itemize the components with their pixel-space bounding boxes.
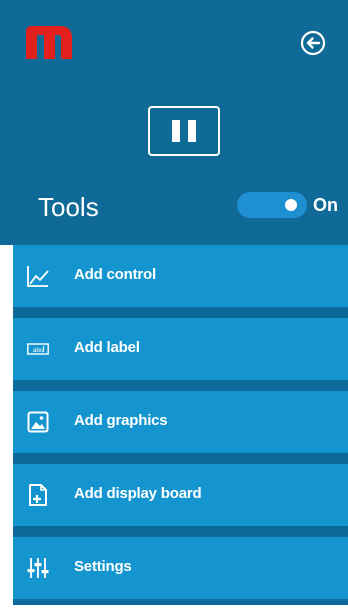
sliders-icon	[27, 558, 49, 578]
line-chart-icon	[27, 266, 49, 287]
menu-item-label: Add label	[74, 339, 140, 356]
add-graphics-item[interactable]: Add graphics	[13, 391, 348, 464]
panel-header: Tools On	[0, 0, 348, 245]
toggle-knob	[285, 199, 297, 211]
add-control-item[interactable]: Add control	[13, 245, 348, 318]
pause-button[interactable]	[148, 106, 220, 156]
menu-item-label: Add display board	[74, 485, 202, 502]
menu-item-label: Settings	[74, 558, 132, 575]
svg-text:abc: abc	[33, 347, 44, 354]
add-board-icon	[29, 484, 47, 506]
back-arrow-icon[interactable]	[300, 30, 326, 56]
tools-panel: Tools On Add control abc Add label Add g…	[0, 0, 348, 613]
add-display-board-item[interactable]: Add display board	[13, 464, 348, 537]
add-label-item[interactable]: abc Add label	[13, 318, 348, 391]
pause-icon	[172, 120, 180, 142]
menu-item-label: Add graphics	[74, 412, 168, 429]
image-icon	[27, 411, 49, 433]
tools-toggle[interactable]	[237, 192, 307, 218]
tools-title: Tools	[38, 192, 99, 222]
tools-menu: Add control abc Add label Add graphics A…	[13, 245, 348, 605]
settings-item[interactable]: Settings	[13, 537, 348, 605]
toggle-state-label: On	[313, 195, 338, 215]
menu-item-label: Add control	[74, 266, 156, 283]
pause-icon-bar	[188, 120, 196, 142]
label-abc-icon: abc	[27, 343, 49, 355]
brand-logo-icon	[26, 26, 72, 59]
